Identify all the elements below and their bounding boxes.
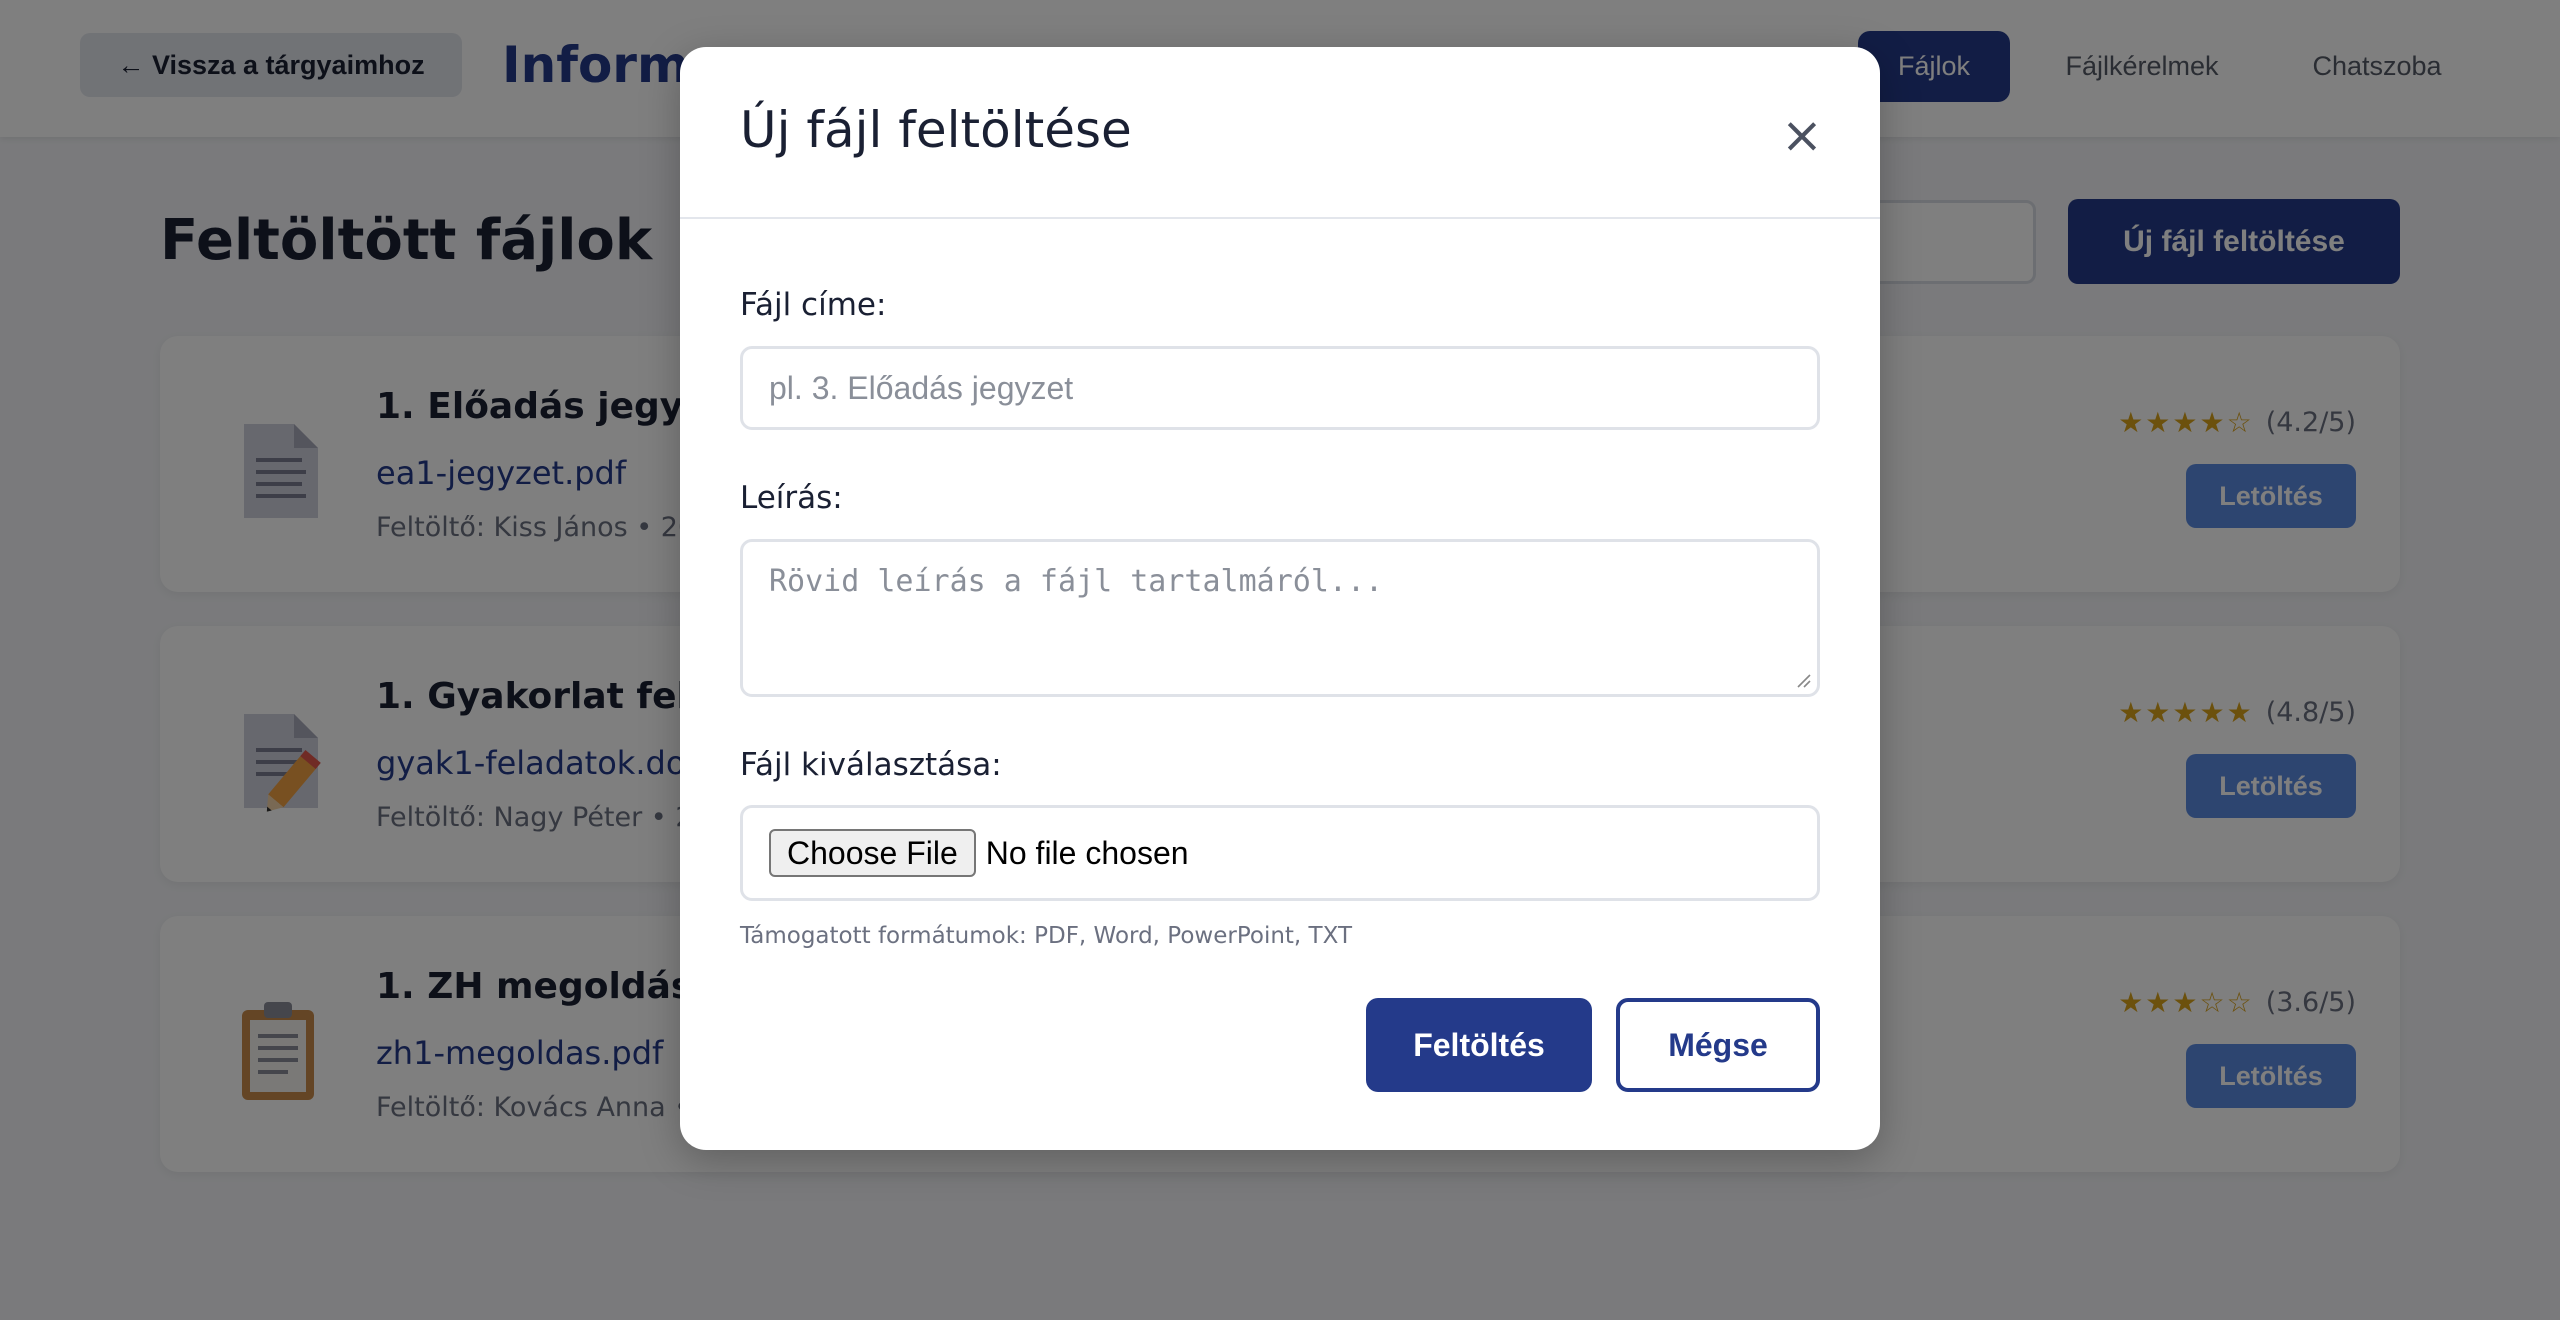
cancel-button[interactable]: Mégse xyxy=(1616,998,1820,1092)
file-picker[interactable]: Choose File No file chosen xyxy=(740,805,1820,901)
description-textarea[interactable]: Rövid leírás a fájl tartalmáról... xyxy=(740,539,1820,697)
resize-grip-icon[interactable] xyxy=(1795,672,1811,688)
no-file-chosen-text: No file chosen xyxy=(985,834,1189,871)
upload-submit-button[interactable]: Feltöltés xyxy=(1366,998,1592,1092)
file-title-label: Fájl címe: xyxy=(740,287,887,323)
close-icon[interactable]: × xyxy=(1778,110,1826,160)
modal-title: Új fájl feltöltése xyxy=(740,101,1132,159)
description-label: Leírás: xyxy=(740,480,843,516)
file-select-label: Fájl kiválasztása: xyxy=(740,747,1002,783)
upload-file-modal: Új fájl feltöltése × Fájl címe: pl. 3. E… xyxy=(680,47,1880,1150)
modal-header: Új fájl feltöltése × xyxy=(680,47,1880,219)
description-placeholder: Rövid leírás a fájl tartalmáról... xyxy=(769,564,1384,599)
supported-formats-hint: Támogatott formátumok: PDF, Word, PowerP… xyxy=(740,923,1353,949)
file-title-input[interactable]: pl. 3. Előadás jegyzet xyxy=(740,346,1820,430)
choose-file-button[interactable]: Choose File xyxy=(769,829,976,877)
